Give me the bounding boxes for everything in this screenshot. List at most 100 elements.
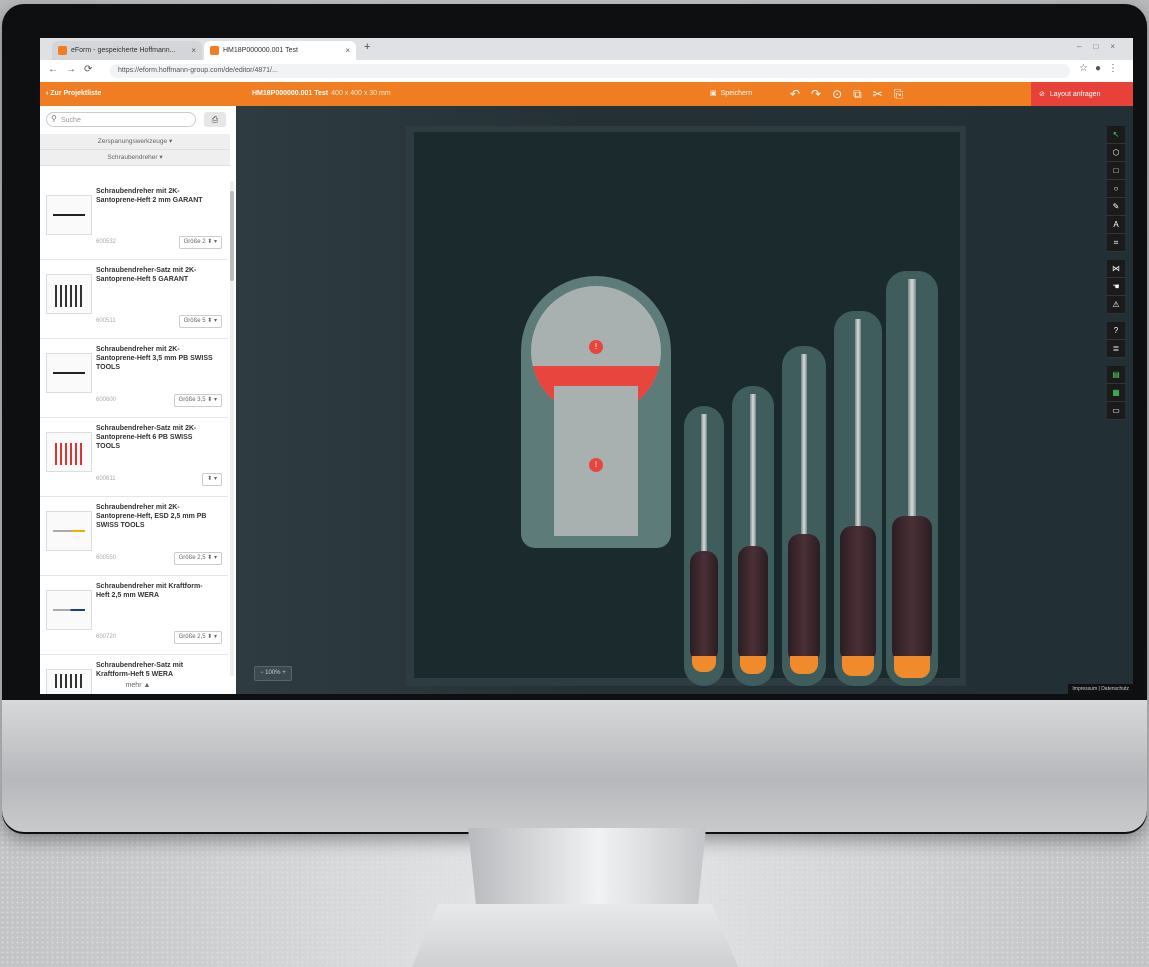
product-number: 600532 bbox=[96, 239, 117, 245]
product-thumbnail bbox=[46, 195, 92, 235]
edit-toolbar[interactable]: ↶↷⊙⧉✂⎘ bbox=[790, 87, 914, 102]
list-item[interactable]: Schraubendreher mit 2K-Santoprene-Heft 2… bbox=[40, 181, 228, 260]
shape-tool-icon[interactable]: ⬡ bbox=[1107, 144, 1125, 162]
pen-tool-icon[interactable]: ✎ bbox=[1107, 198, 1125, 216]
tab-label: eForm - gespeicherte Hoffmann... bbox=[71, 47, 176, 54]
grid-icon[interactable]: ▦ bbox=[1107, 384, 1125, 402]
show-more-button[interactable]: mehr ▲ bbox=[40, 678, 236, 694]
browser-menu-icons[interactable]: ☆●⋮ bbox=[1079, 63, 1125, 74]
size-select[interactable]: Größe 2 ⬍ ▾ bbox=[178, 236, 222, 249]
list-item[interactable]: Schraubendreher mit Kraftform-Heft 2,5 m… bbox=[40, 576, 228, 655]
export-icon[interactable]: ▤ bbox=[1107, 366, 1125, 384]
search-input[interactable]: Suche bbox=[46, 112, 196, 127]
subcategory-filter[interactable]: Schraubendreher ▾ bbox=[40, 150, 230, 166]
save-button[interactable]: ▣ Speichern bbox=[710, 89, 753, 98]
text-tool-icon[interactable]: A bbox=[1107, 216, 1125, 234]
layout-canvas[interactable]: ! ! ↖ ⬡ □ ○ ✎ A ⌗ ⋈ ☚ ⚠ ? ≣ ▤ ▦ ▭ − 100%… bbox=[236, 106, 1133, 694]
favicon-icon bbox=[210, 46, 219, 55]
size-value: Größe 5 bbox=[183, 318, 206, 324]
size-select[interactable]: Größe 5 ⬍ ▾ bbox=[178, 315, 222, 328]
favicon-icon bbox=[58, 46, 67, 55]
list-item[interactable]: Schraubendreher mit 2K-Santoprene-Heft, … bbox=[40, 497, 228, 576]
help-icon[interactable]: ? bbox=[1107, 322, 1125, 340]
monitor-base bbox=[412, 904, 738, 967]
product-thumbnail bbox=[46, 590, 92, 630]
finger-grip-icon[interactable]: ☚ bbox=[1107, 278, 1125, 296]
layers-icon[interactable]: ≣ bbox=[1107, 340, 1125, 358]
product-number: 600611 bbox=[96, 476, 116, 482]
product-name: Schraubendreher mit 2K-Santoprene-Heft, … bbox=[96, 504, 207, 529]
product-name: Schraubendreher-Satz mit Kraftform-Heft … bbox=[96, 662, 184, 678]
new-tab-button[interactable]: + bbox=[364, 41, 370, 53]
product-thumbnail bbox=[46, 274, 92, 314]
product-thumbnail bbox=[46, 353, 92, 393]
submit-label: Layout anfragen bbox=[1049, 90, 1101, 98]
product-number: 600720 bbox=[96, 634, 117, 640]
back-to-projects-link[interactable]: ‹ Zur Projektliste bbox=[46, 90, 101, 97]
submit-layout-button[interactable]: ⊘ Layout anfragen bbox=[1031, 82, 1133, 106]
list-item[interactable]: Schraubendreher mit 2K-Santoprene-Heft 3… bbox=[40, 339, 228, 418]
rectangle-tool-icon[interactable]: □ bbox=[1107, 162, 1125, 180]
product-number: 600600 bbox=[96, 397, 117, 403]
print-button[interactable]: ⎙ bbox=[204, 112, 226, 127]
circle-tool-icon[interactable]: ○ bbox=[1107, 180, 1125, 198]
category-label: Zerspanungswerkzeuge bbox=[97, 138, 168, 145]
window-controls[interactable]: –□× bbox=[1077, 42, 1127, 51]
footer-links[interactable]: Impressum | Datenschutz bbox=[1068, 684, 1133, 694]
size-value: Größe 2,5 bbox=[178, 555, 206, 561]
check-circle-icon: ⊘ bbox=[1039, 91, 1045, 98]
warning-icon[interactable]: ! bbox=[589, 340, 603, 354]
project-title: HM18P000000.001 Test 400 x 400 x 30 mm bbox=[252, 90, 391, 97]
size-select[interactable]: ⬍ ▾ bbox=[202, 473, 222, 486]
url-field[interactable]: https://eform.hoffmann-group.com/de/edit… bbox=[110, 64, 1070, 78]
nav-buttons[interactable]: ←→⟳ bbox=[48, 64, 100, 75]
save-label: Speichern bbox=[720, 89, 753, 97]
product-name: Schraubendreher mit Kraftform-Heft 2,5 m… bbox=[96, 583, 203, 599]
align-tool-icon[interactable]: ⋈ bbox=[1107, 260, 1125, 278]
zoom-value: 100% bbox=[265, 670, 281, 676]
back-label: Zur Projektliste bbox=[50, 90, 102, 97]
keyboard-icon[interactable]: ▭ bbox=[1107, 402, 1125, 420]
product-sidebar: ⚲ Suche ⎙ Zerspanungswerkzeuge ▾ Schraub… bbox=[40, 106, 236, 694]
warning-icon[interactable]: ! bbox=[589, 458, 603, 472]
close-icon[interactable]: × bbox=[345, 46, 350, 55]
product-thumbnail bbox=[46, 432, 92, 472]
tab-label: HM18P000000.001 Test bbox=[223, 47, 298, 54]
product-list: Schraubendreher mit 2K-Santoprene-Heft 2… bbox=[40, 181, 228, 694]
size-value: Größe 2,5 bbox=[178, 634, 206, 640]
zoom-control[interactable]: − 100% + bbox=[254, 666, 292, 681]
project-name: HM18P000000.001 Test bbox=[252, 90, 329, 97]
browser-tabbar: eForm - gespeicherte Hoffmann... × HM18P… bbox=[40, 38, 1133, 60]
warning-check-icon[interactable]: ⚠ bbox=[1107, 296, 1125, 314]
size-value: Größe 2 bbox=[183, 239, 206, 245]
size-select[interactable]: Größe 2,5 ⬍ ▾ bbox=[173, 631, 222, 644]
browser-tab-active[interactable]: HM18P000000.001 Test × bbox=[204, 41, 356, 60]
subcategory-label: Schraubendreher bbox=[107, 154, 158, 161]
list-item[interactable]: Schraubendreher-Satz mit 2K-Santoprene-H… bbox=[40, 418, 228, 497]
product-thumbnail bbox=[46, 511, 92, 551]
project-dimensions: 400 x 400 x 30 mm bbox=[331, 90, 391, 97]
size-select[interactable]: Größe 3,5 ⬍ ▾ bbox=[173, 394, 222, 407]
address-bar: ←→⟳ https://eform.hoffmann-group.com/de/… bbox=[40, 60, 1133, 83]
product-number: 600550 bbox=[96, 555, 117, 561]
recess-tool-icon[interactable]: ⌗ bbox=[1107, 234, 1125, 252]
close-icon[interactable]: × bbox=[191, 46, 196, 55]
sidebar-scrollbar[interactable] bbox=[230, 181, 234, 676]
product-name: Schraubendreher-Satz mit 2K-Santoprene-H… bbox=[96, 425, 197, 450]
save-icon: ▣ bbox=[710, 90, 717, 97]
size-select[interactable]: Größe 2,5 ⬍ ▾ bbox=[173, 552, 222, 565]
product-number: 600511 bbox=[96, 318, 116, 324]
monitor-chin bbox=[2, 700, 1147, 832]
category-filter[interactable]: Zerspanungswerkzeuge ▾ bbox=[40, 134, 230, 150]
tool-palette: ↖ ⬡ □ ○ ✎ A ⌗ ⋈ ☚ ⚠ ? ≣ ▤ ▦ ▭ bbox=[1107, 126, 1125, 428]
browser-tab[interactable]: eForm - gespeicherte Hoffmann... × bbox=[52, 41, 202, 60]
size-value: Größe 3,5 bbox=[178, 397, 206, 403]
product-name: Schraubendreher-Satz mit 2K-Santoprene-H… bbox=[96, 267, 197, 283]
select-tool-icon[interactable]: ↖ bbox=[1107, 126, 1125, 144]
more-label: mehr bbox=[125, 682, 142, 689]
app-header: ‹ Zur Projektliste HM18P000000.001 Test 4… bbox=[40, 82, 1133, 106]
product-name: Schraubendreher mit 2K-Santoprene-Heft 2… bbox=[96, 188, 203, 204]
screen: eForm - gespeicherte Hoffmann... × HM18P… bbox=[40, 38, 1133, 694]
product-name: Schraubendreher mit 2K-Santoprene-Heft 3… bbox=[96, 346, 213, 371]
list-item[interactable]: Schraubendreher-Satz mit 2K-Santoprene-H… bbox=[40, 260, 228, 339]
